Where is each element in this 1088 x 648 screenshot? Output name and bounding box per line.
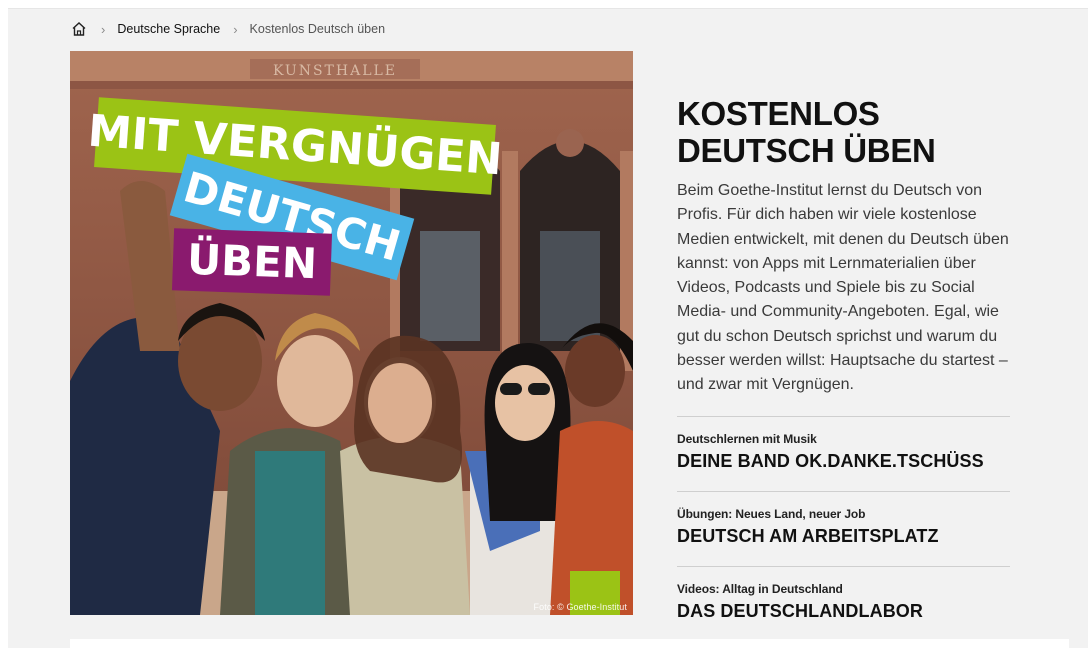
- teaser-links: Deutschlernen mit Musik DEINE BAND OK.DA…: [677, 416, 1010, 641]
- building-sign: KUNSTHALLE: [273, 63, 397, 79]
- teaser-link-deutschlandlabor[interactable]: Videos: Alltag in Deutschland DAS DEUTSC…: [677, 566, 1010, 641]
- home-icon[interactable]: [70, 20, 88, 38]
- page-title: KOSTENLOS DEUTSCH ÜBEN: [677, 95, 1010, 169]
- breadcrumb-separator: ›: [233, 21, 238, 37]
- teaser-kicker: Übungen: Neues Land, neuer Job: [677, 507, 866, 521]
- hero-banner-line3: ÜBEN: [171, 228, 333, 296]
- page-title-line2: DEUTSCH ÜBEN: [677, 132, 936, 169]
- teaser-kicker: Videos: Alltag in Deutschland: [677, 582, 843, 596]
- breadcrumb-separator: ›: [101, 21, 106, 37]
- breadcrumb-link-deutsche-sprache[interactable]: Deutsche Sprache: [117, 22, 220, 36]
- intro-text: Beim Goethe-Institut lernst du Deutsch v…: [677, 182, 1009, 394]
- breadcrumb: › Deutsche Sprache › Kostenlos Deutsch ü…: [70, 20, 385, 38]
- teaser-link-band[interactable]: Deutschlernen mit Musik DEINE BAND OK.DA…: [677, 416, 1010, 491]
- teaser-link-arbeitsplatz[interactable]: Übungen: Neues Land, neuer Job DEUTSCH A…: [677, 491, 1010, 566]
- teaser-title[interactable]: DAS DEUTSCHLANDLABOR: [677, 601, 1010, 622]
- teaser-title[interactable]: DEUTSCH AM ARBEITSPLATZ: [677, 526, 1010, 547]
- main-content: KOSTENLOS DEUTSCH ÜBEN Beim Goethe-Insti…: [677, 95, 1010, 398]
- teaser-kicker: Deutschlernen mit Musik: [677, 432, 817, 446]
- page-title-line1: KOSTENLOS: [677, 95, 880, 132]
- photo-credit: Foto: © Goethe-Institut: [533, 602, 627, 612]
- hero-image: KUNSTHALLE MIT VERGNÜGEN DEUTSCH ÜBEN Fo…: [70, 51, 633, 615]
- teaser-title[interactable]: DEINE BAND OK.DANKE.TSCHÜSS: [677, 451, 1010, 472]
- next-section-edge: [70, 639, 1069, 648]
- breadcrumb-current: Kostenlos Deutsch üben: [249, 22, 386, 36]
